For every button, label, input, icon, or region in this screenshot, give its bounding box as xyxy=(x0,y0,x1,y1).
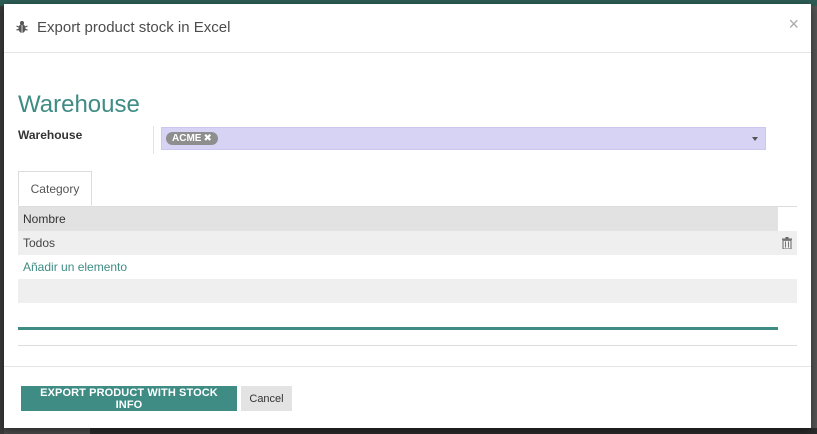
accent-divider xyxy=(18,327,778,330)
add-line-link[interactable]: Añadir un elemento xyxy=(23,260,127,274)
cancel-button[interactable]: Cancel xyxy=(241,386,292,411)
warehouse-select[interactable]: ACME ✖ xyxy=(161,127,766,150)
tag-remove-icon[interactable]: ✖ xyxy=(203,133,211,144)
trash-icon[interactable] xyxy=(782,237,792,249)
background-bottom xyxy=(90,428,817,434)
table-row[interactable]: Todos xyxy=(18,231,797,255)
field-divider xyxy=(153,126,154,154)
warehouse-label: Warehouse xyxy=(18,128,83,142)
empty-row xyxy=(18,279,797,303)
warehouse-tag: ACME ✖ xyxy=(166,132,218,145)
dialog-header: Export product stock in Excel × xyxy=(4,4,811,53)
content-divider xyxy=(18,345,797,346)
dialog-title: Export product stock in Excel xyxy=(37,19,231,36)
background-right xyxy=(811,6,817,434)
column-header-nombre[interactable]: Nombre xyxy=(23,212,66,226)
tab-category[interactable]: Category xyxy=(18,171,92,206)
table-cell-nombre[interactable]: Todos xyxy=(23,236,55,250)
chevron-down-icon[interactable] xyxy=(752,137,758,141)
table-header: Nombre xyxy=(18,207,778,231)
export-button[interactable]: EXPORT PRODUCT WITH STOCK INFO xyxy=(21,386,237,411)
bug-icon xyxy=(16,21,28,33)
close-icon[interactable]: × xyxy=(788,15,799,33)
warehouse-tag-label: ACME xyxy=(172,133,202,144)
export-dialog: Export product stock in Excel × Warehous… xyxy=(4,4,811,428)
footer-divider xyxy=(4,366,811,367)
sheet-title: Warehouse xyxy=(18,91,140,118)
